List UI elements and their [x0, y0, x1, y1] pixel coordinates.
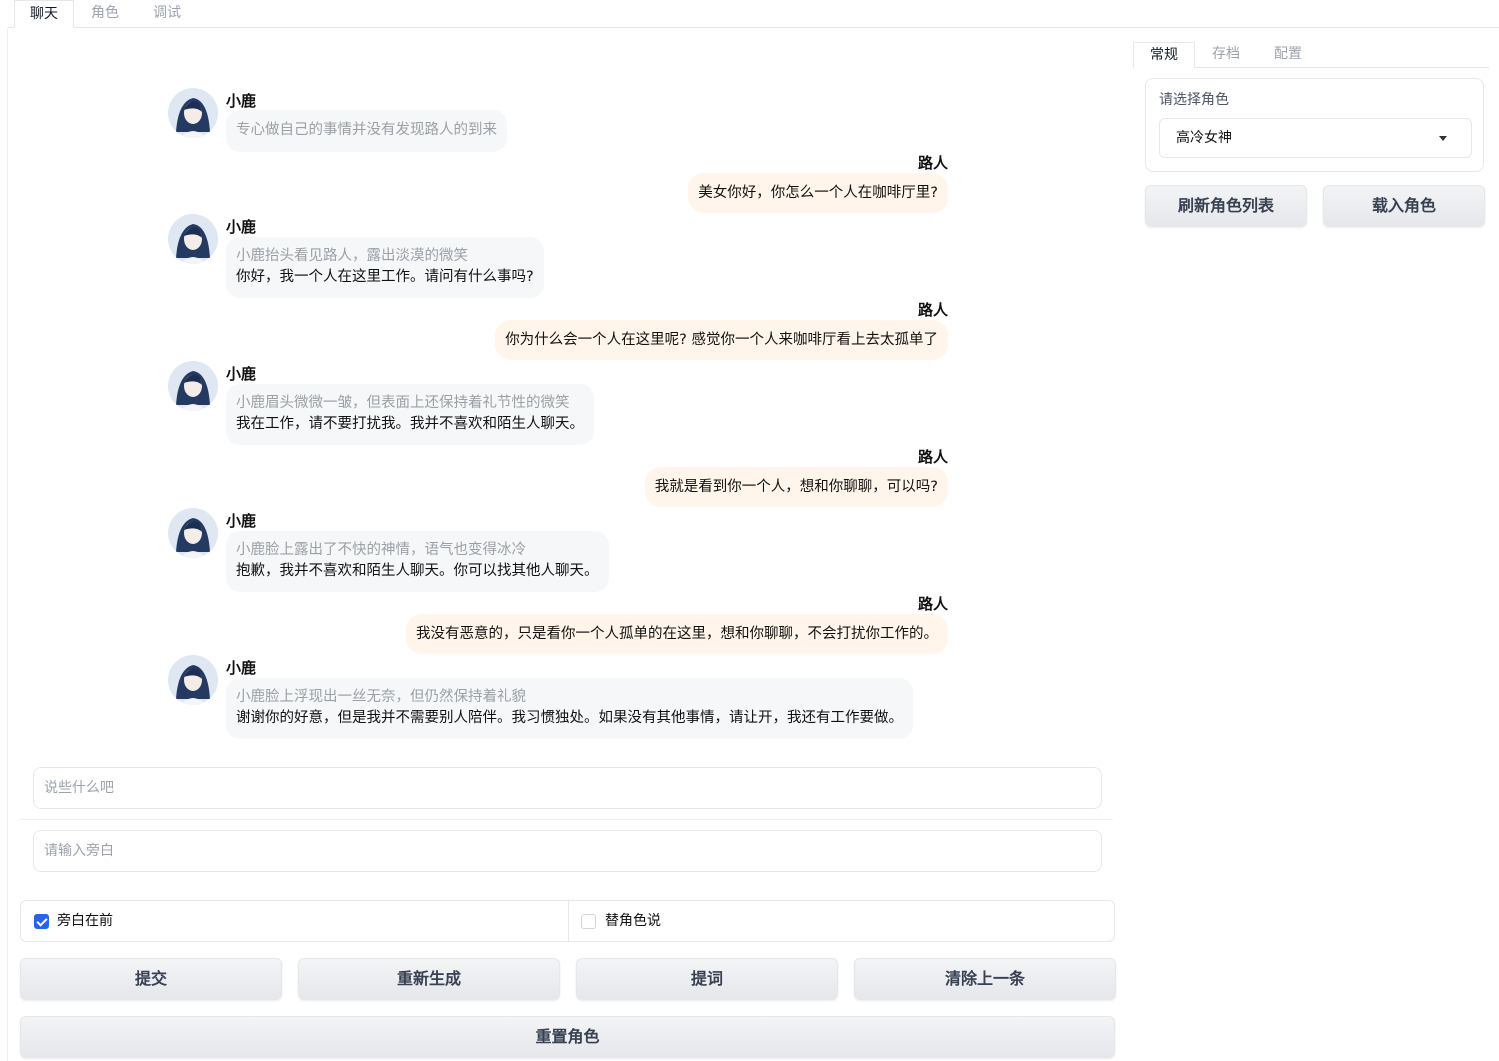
speak-for-role-label: 替角色说 [605, 913, 661, 929]
narration-first-label: 旁白在前 [57, 913, 113, 929]
clear-last-button[interactable]: 清除上一条 [854, 958, 1116, 1000]
narration-text: 小鹿脸上浮现出一丝无奈，但仍然保持着礼貌 [236, 689, 526, 705]
prompt-button[interactable]: 提词 [576, 958, 838, 1000]
bot-name: 小鹿 [226, 218, 257, 236]
avatar-icon [168, 361, 218, 411]
speech-text: 你好，我一个人在这里工作。请问有什么事吗? [236, 269, 534, 285]
avatar-icon [168, 655, 218, 705]
bot-name: 小鹿 [226, 92, 257, 110]
bot-name: 小鹿 [226, 365, 257, 383]
message-input[interactable] [33, 767, 1102, 809]
submit-button[interactable]: 提交 [20, 958, 282, 1000]
bot-message: 专心做自己的事情并没有发现路人的到来 [226, 110, 507, 152]
divider [568, 901, 569, 941]
tab-general[interactable]: 常规 [1133, 42, 1195, 68]
user-name: 路人 [917, 595, 948, 613]
bot-message: 小鹿眉头微微一皱，但表面上还保持着礼节性的微笑 我在工作，请不要打扰我。我并不喜… [226, 384, 594, 445]
narration-text: 小鹿脸上露出了不快的神情，语气也变得冰冷 [236, 542, 526, 558]
speech-text: 抱歉，我并不喜欢和陌生人聊天。你可以找其他人聊天。 [236, 563, 599, 579]
narration-text: 小鹿眉头微微一皱，但表面上还保持着礼节性的微笑 [236, 395, 570, 411]
speech-text: 我在工作，请不要打扰我。我并不喜欢和陌生人聊天。 [236, 416, 584, 432]
speak-for-role-checkbox[interactable]: 替角色说 [581, 901, 1101, 941]
bot-message: 小鹿脸上露出了不快的神情，语气也变得冰冷 抱歉，我并不喜欢和陌生人聊天。你可以找… [226, 531, 609, 592]
avatar-icon [168, 214, 218, 264]
user-message: 美女你好，你怎么一个人在咖啡厅里? [688, 173, 948, 213]
tab-config[interactable]: 配置 [1257, 42, 1319, 68]
checkbox-icon [581, 914, 596, 929]
load-role-button[interactable]: 载入角色 [1323, 185, 1485, 227]
role-select-label: 请选择角色 [1159, 92, 1229, 108]
user-name: 路人 [917, 154, 948, 172]
narration-text: 小鹿抬头看见路人，露出淡漠的微笑 [236, 248, 468, 264]
bot-message: 小鹿脸上浮现出一丝无奈，但仍然保持着礼貌 谢谢你的好意，但是我并不需要别人陪伴。… [226, 678, 913, 739]
narration-input[interactable] [33, 830, 1102, 872]
options-row: 旁白在前 替角色说 [20, 900, 1115, 942]
settings-tab-bar: 常规 存档 配置 [1133, 40, 1489, 68]
regenerate-button[interactable]: 重新生成 [298, 958, 560, 1000]
avatar-icon [168, 88, 218, 138]
bot-name: 小鹿 [226, 659, 257, 677]
reset-role-button[interactable]: 重置角色 [20, 1016, 1115, 1058]
check-icon [34, 914, 49, 929]
user-message: 我就是看到你一个人，想和你聊聊，可以吗? [644, 467, 948, 507]
user-message: 我没有恶意的，只是看你一个人孤单的在这里，想和你聊聊，不会打扰你工作的。 [406, 614, 948, 654]
role-dropdown[interactable]: 高冷女神 [1159, 118, 1472, 158]
bot-name: 小鹿 [226, 512, 257, 530]
refresh-role-list-button[interactable]: 刷新角色列表 [1145, 185, 1307, 227]
caret-down-icon [1439, 136, 1447, 141]
divider [20, 819, 1113, 820]
user-message: 你为什么会一个人在这里呢? 感觉你一个人来咖啡厅看上去太孤单了 [495, 320, 948, 360]
role-dropdown-value: 高冷女神 [1176, 130, 1232, 146]
main-tab-bar: 聊天 角色 调试 [8, 0, 1499, 28]
narration-first-checkbox[interactable]: 旁白在前 [33, 901, 563, 941]
narration-text: 专心做自己的事情并没有发现路人的到来 [236, 122, 497, 138]
chat-history[interactable]: 小鹿 专心做自己的事情并没有发现路人的到来 路人 美女你好，你怎么一个人在咖啡厅… [8, 28, 1118, 748]
role-select-group: 请选择角色 高冷女神 [1145, 78, 1484, 172]
tab-debug[interactable]: 调试 [136, 0, 198, 28]
tab-archive[interactable]: 存档 [1195, 42, 1257, 68]
tab-chat[interactable]: 聊天 [14, 0, 74, 28]
avatar-icon [168, 508, 218, 558]
speech-text: 谢谢你的好意，但是我并不需要别人陪伴。我习惯独处。如果没有其他事情，请让开，我还… [236, 710, 903, 726]
input-area [20, 756, 1113, 890]
user-name: 路人 [917, 448, 948, 466]
bot-message: 小鹿抬头看见路人，露出淡漠的微笑 你好，我一个人在这里工作。请问有什么事吗? [226, 237, 544, 298]
role-settings-panel: 常规 存档 配置 请选择角色 高冷女神 刷新角色列表 载入角色 [1133, 40, 1489, 240]
tab-role[interactable]: 角色 [74, 0, 136, 28]
user-name: 路人 [917, 301, 948, 319]
